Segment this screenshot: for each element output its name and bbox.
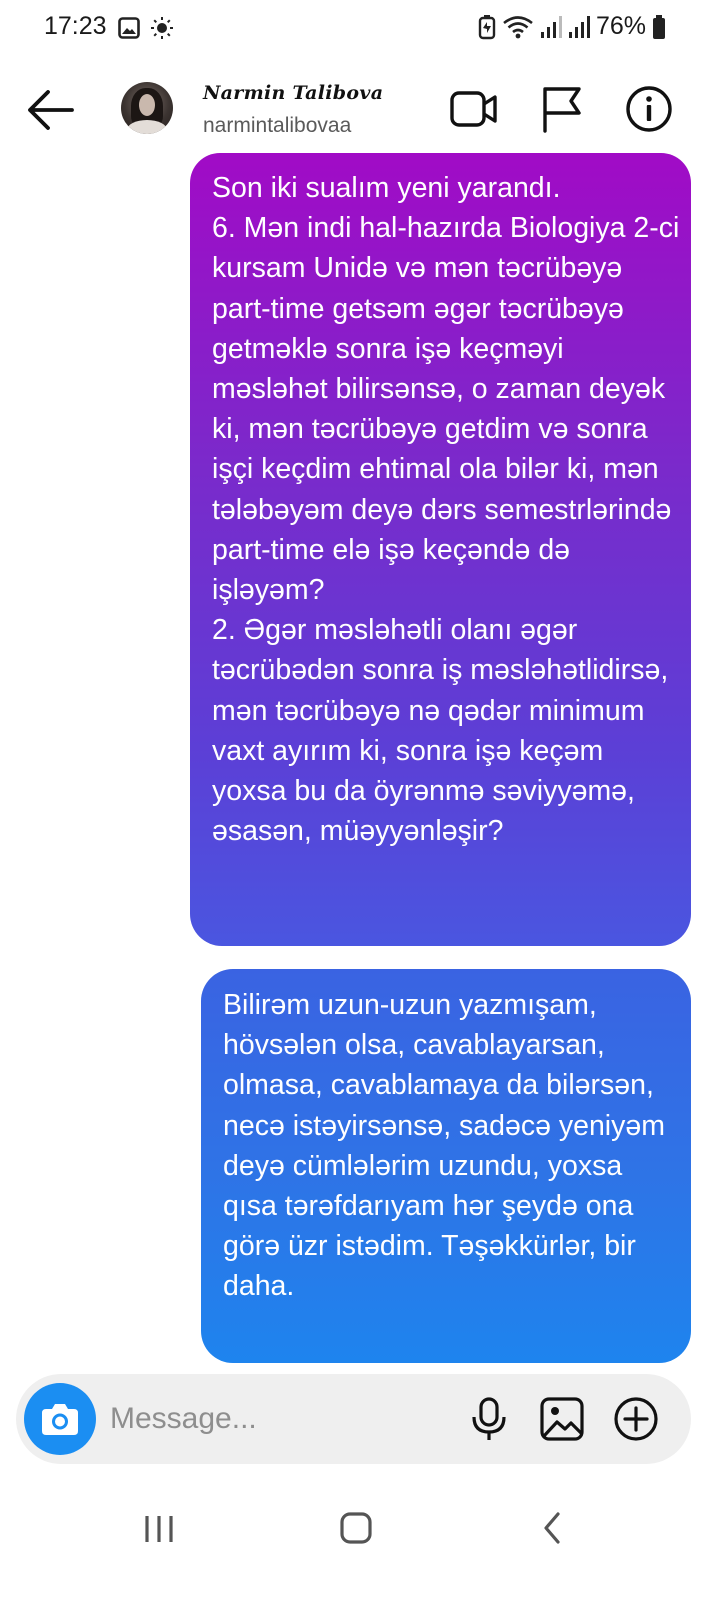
contact-username[interactable]: narmintalibovaa — [203, 114, 351, 138]
add-icon[interactable] — [613, 1396, 659, 1442]
back-icon[interactable] — [522, 1506, 582, 1550]
signal-icon — [540, 15, 562, 38]
system-nav-bar — [0, 1480, 720, 1600]
battery-saver-icon — [478, 14, 496, 39]
back-arrow-icon[interactable] — [24, 88, 76, 132]
signal-icon — [568, 15, 590, 38]
status-bar: 17:23 76% — [0, 0, 720, 60]
message-bubble[interactable]: Bilirəm uzun-uzun yazmışam, hövsələn ols… — [201, 969, 691, 1363]
video-call-icon[interactable] — [449, 84, 499, 134]
gallery-icon[interactable] — [539, 1396, 585, 1442]
flag-icon[interactable] — [537, 84, 587, 134]
chat-header: Narmin Talibova narmintalibovaa — [0, 60, 720, 160]
wifi-icon — [503, 15, 533, 38]
battery-icon — [653, 14, 665, 39]
battery-percent: 76% — [595, 12, 646, 40]
camera-icon — [42, 1404, 78, 1435]
info-icon[interactable] — [624, 84, 674, 134]
status-notification-icons — [118, 16, 174, 40]
recent-apps-icon[interactable] — [129, 1506, 189, 1550]
status-system-icons: 76% — [478, 12, 666, 41]
camera-button[interactable] — [24, 1383, 96, 1455]
home-icon[interactable] — [326, 1506, 386, 1550]
message-input[interactable] — [110, 1396, 410, 1442]
message-bubble[interactable]: Son iki sualım yeni yarandı. 6. Mən indi… — [190, 153, 691, 946]
image-icon — [118, 17, 140, 39]
sun-icon — [151, 17, 173, 39]
message-composer — [16, 1374, 691, 1464]
avatar[interactable] — [121, 82, 173, 134]
direct-message-screen: 17:23 76% Narmin Talibova narmintalibova… — [0, 0, 720, 1600]
status-time: 17:23 — [44, 12, 107, 40]
contact-name[interactable]: Narmin Talibova — [203, 82, 383, 104]
microphone-icon[interactable] — [466, 1396, 512, 1442]
